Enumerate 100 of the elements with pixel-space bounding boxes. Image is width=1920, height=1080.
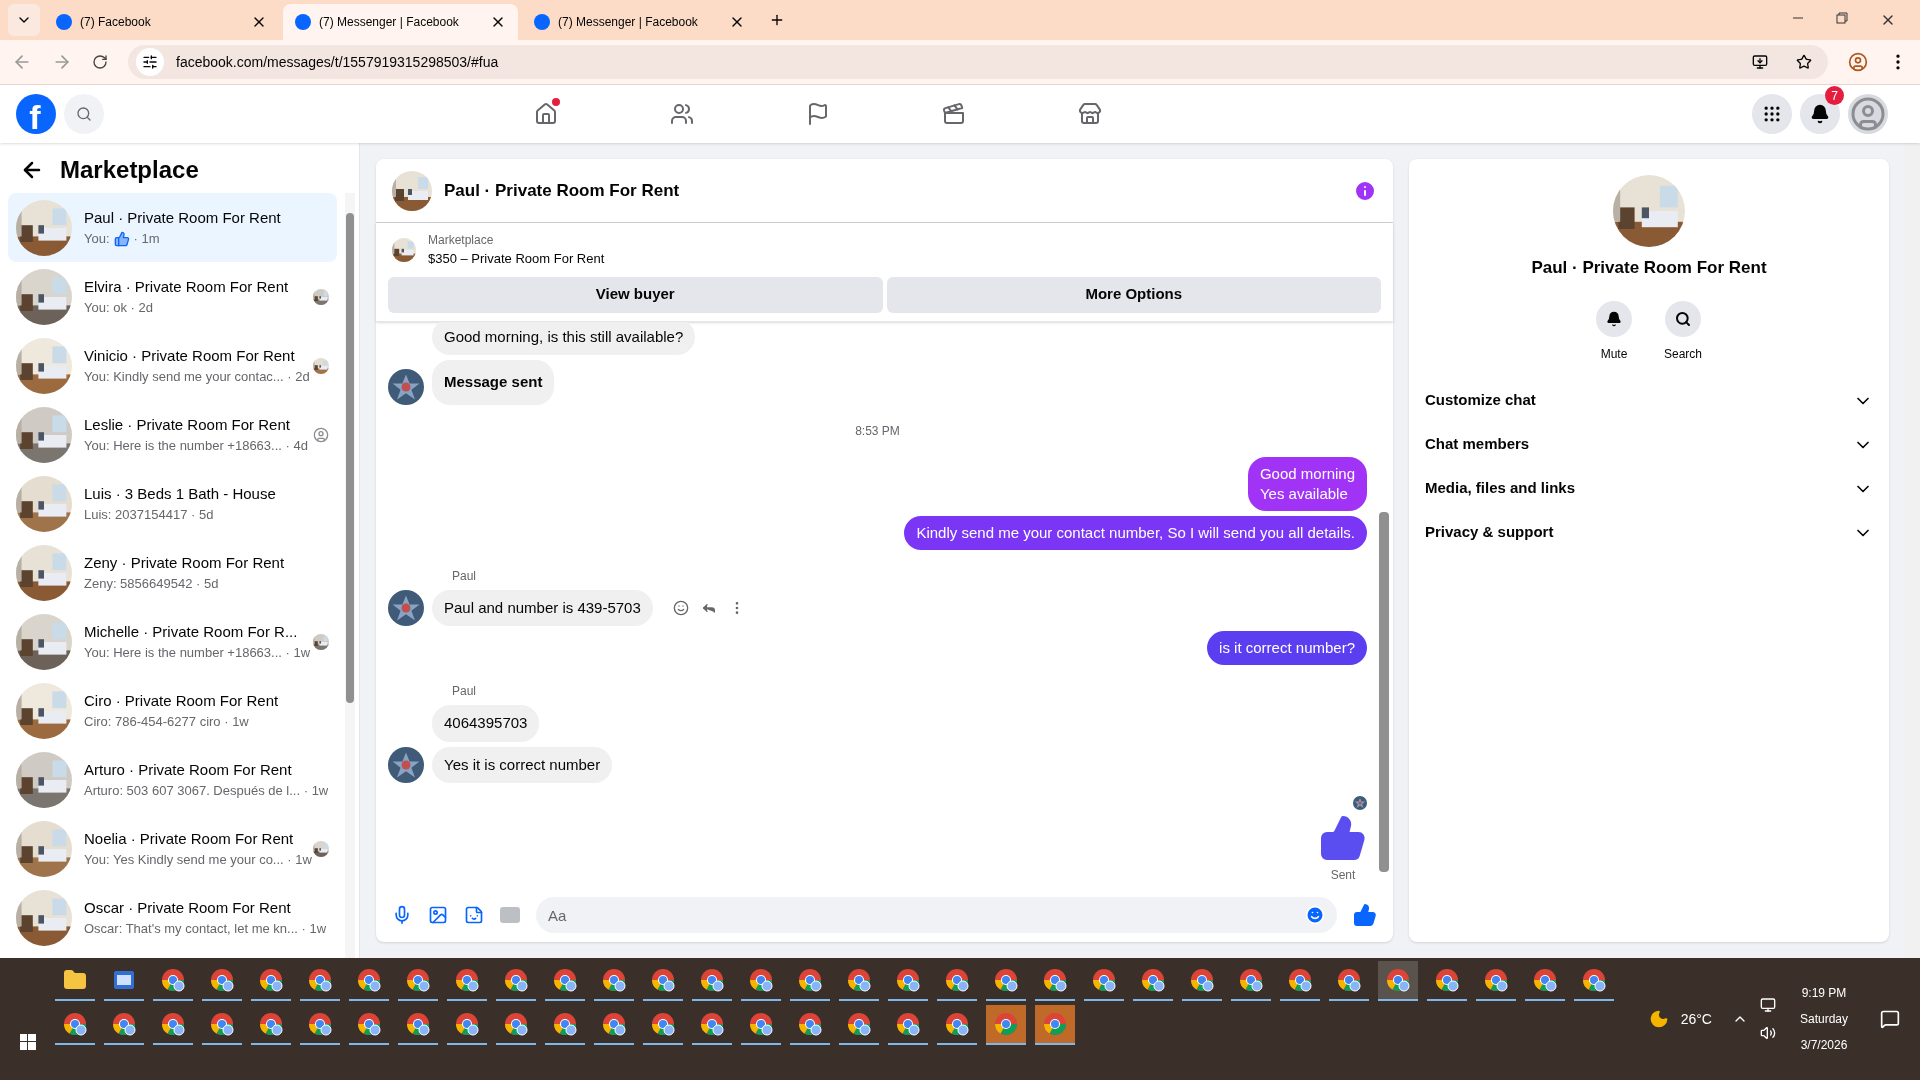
address-bar[interactable]: facebook.com/messages/t/1557919315298503/#fua — [128, 45, 1828, 79]
browser-profile-icon — [602, 1012, 626, 1036]
search-button[interactable] — [1665, 300, 1701, 337]
mute-button[interactable] — [1596, 300, 1632, 337]
sticker-icon[interactable] — [464, 905, 484, 925]
conversation-item[interactable]: Zeny · Private Room For Rent Zeny: 5856649542 · 5d — [8, 538, 337, 607]
conversation-item[interactable]: Noelia · Private Room For Rent You: Yes Kindly send me your co... · 1w — [8, 814, 337, 883]
user-avatar-icon — [388, 368, 424, 405]
sent-message: Kindly send me your contact number, So I will send you all details. — [904, 515, 1367, 550]
reload-icon[interactable] — [92, 54, 108, 70]
site-settings-icon[interactable] — [142, 54, 158, 70]
received-message: 4064395703 — [432, 705, 540, 742]
browser-profile-icon — [651, 1012, 675, 1036]
search-icon — [1675, 310, 1691, 327]
browser-profile-icon — [945, 968, 969, 992]
like-icon[interactable] — [1353, 903, 1377, 927]
browser-profile-icon — [945, 1012, 969, 1036]
network-icon[interactable] — [1759, 997, 1776, 1013]
browser-tab[interactable]: (7) Facebook — [44, 4, 279, 40]
conversation-item[interactable]: Elvira · Private Room For Rent You: ok · 2d — [8, 262, 337, 331]
restore-icon[interactable] — [1836, 12, 1848, 24]
browser-icon — [994, 1012, 1018, 1036]
react-icon[interactable] — [672, 599, 689, 616]
browser-profile-icon — [553, 1012, 577, 1036]
tab-title: (7) Messenger | Facebook — [319, 14, 460, 31]
browser-profile-icon — [259, 968, 283, 992]
conversation-item[interactable]: Paul · Private Room For Rent You: · 1m — [8, 193, 337, 262]
browser-profile-icon — [847, 968, 871, 992]
browser-profile-icon — [406, 1012, 430, 1036]
flag-icon — [806, 102, 830, 126]
received-message: Message sent — [432, 360, 555, 405]
browser-profile-icon — [210, 1012, 234, 1036]
conversation-preview: Zeny: 5856649542 · 5d — [84, 575, 219, 593]
sender-name: Paul — [452, 567, 478, 585]
browser-tab[interactable]: (7) Messenger | Facebook — [283, 4, 518, 40]
browser-profile-icon — [1435, 968, 1459, 992]
browser-profile-icon — [259, 1012, 283, 1036]
browser-profile-icon — [161, 1012, 185, 1036]
notifications-icon[interactable] — [1880, 1009, 1900, 1029]
browser-profile-icon — [308, 968, 332, 992]
browser-profile-icon — [455, 968, 479, 992]
conversation-item[interactable]: Leslie · Private Room For Rent You: Here is the number +18663... · 4d — [8, 400, 337, 469]
bookmark-icon[interactable] — [1796, 54, 1812, 70]
browser-profile-icon — [700, 1012, 724, 1036]
browser-profile-icon — [210, 968, 234, 992]
browser-profile-icon — [357, 968, 381, 992]
install-icon[interactable] — [1752, 54, 1768, 70]
url-text: facebook.com/messages/t/1557919315298503/#fua — [176, 52, 500, 72]
scrollbar[interactable] — [345, 193, 355, 958]
received-message: Good morning, is this still available? — [432, 321, 696, 355]
section-header[interactable]: Chat members — [1425, 422, 1873, 467]
volume-icon[interactable] — [1759, 1025, 1776, 1041]
conversation-item[interactable]: Arturo · Private Room For Rent Arturo: 503 607 3067. Después de l... · 1w — [8, 745, 337, 814]
conversation-title: Luis · 3 Beds 1 Bath - House — [84, 483, 277, 504]
browser-profile-icon — [1043, 968, 1067, 992]
conversation-title: Vinicio · Private Room For Rent — [84, 345, 296, 366]
message-input[interactable]: Aa — [536, 897, 1337, 933]
message-status: Sent — [1330, 867, 1356, 884]
sent-message: Good morning Yes available — [1247, 456, 1367, 511]
conversation-preview: You: Here is the number +18663... · 1w — [84, 644, 311, 662]
taskbar-app-button[interactable] — [1378, 961, 1418, 1001]
logo[interactable]: f — [16, 94, 56, 134]
browser-icon — [1043, 1012, 1067, 1036]
browser-profile-icon — [504, 968, 528, 992]
conversation-item[interactable]: Ciro · Private Room For Rent Ciro: 786-454-6277 ciro · 1w — [8, 676, 337, 745]
notification-badge: 7 — [1825, 86, 1844, 105]
image-icon[interactable] — [428, 905, 448, 925]
conversation-item[interactable]: Vinicio · Private Room For Rent You: Kindly send me your contac... · 2d — [8, 331, 337, 400]
browser-profile-icon — [896, 968, 920, 992]
grid-icon — [1762, 104, 1782, 124]
profile-icon[interactable] — [1848, 52, 1868, 72]
details-title: Paul · Private Room For Rent — [1531, 257, 1767, 279]
account-button[interactable] — [1848, 94, 1888, 134]
video-icon — [942, 102, 966, 126]
menu-button[interactable] — [1752, 94, 1792, 134]
listing-button[interactable]: View buyer — [388, 276, 883, 313]
browser-profile-icon — [1141, 968, 1165, 992]
page-scrollbar[interactable] — [1905, 143, 1920, 958]
conversation-item[interactable]: Oscar · Private Room For Rent Oscar: That's my contact, let me kn... · 1w — [8, 883, 337, 952]
tab-title: (7) Messenger | Facebook — [558, 14, 699, 31]
tab-list-button[interactable] — [8, 4, 40, 36]
conversation-preview: You: ok · 2d — [84, 299, 153, 317]
section-header[interactable]: Customize chat — [1425, 378, 1873, 423]
browser-tab[interactable]: (7) Messenger | Facebook — [522, 4, 757, 40]
new-tab-icon[interactable] — [769, 12, 785, 28]
browser-profile-icon — [504, 1012, 528, 1036]
weather-text: 26°C — [1680, 1009, 1712, 1029]
section-header[interactable]: Media, files and links — [1425, 466, 1873, 511]
conversation-item[interactable]: Luis · 3 Beds 1 Bath - House Luis: 2037154417 · 5d — [8, 469, 337, 538]
browser-profile-icon — [651, 968, 675, 992]
microphone-icon[interactable] — [392, 905, 412, 925]
browser-profile-icon — [798, 968, 822, 992]
site-icon — [295, 14, 311, 30]
conversation-item[interactable]: Michelle · Private Room For R... You: Here is the number +18663... · 1w — [8, 607, 337, 676]
friends-icon — [670, 102, 694, 126]
section-header[interactable]: Privacy & support — [1425, 510, 1873, 555]
conversation-preview: You: Kindly send me your contac... · 2d — [84, 368, 310, 386]
windows-icon[interactable] — [19, 1034, 36, 1050]
browser-profile-icon — [1533, 968, 1557, 992]
listing-button[interactable]: More Options — [886, 276, 1381, 313]
